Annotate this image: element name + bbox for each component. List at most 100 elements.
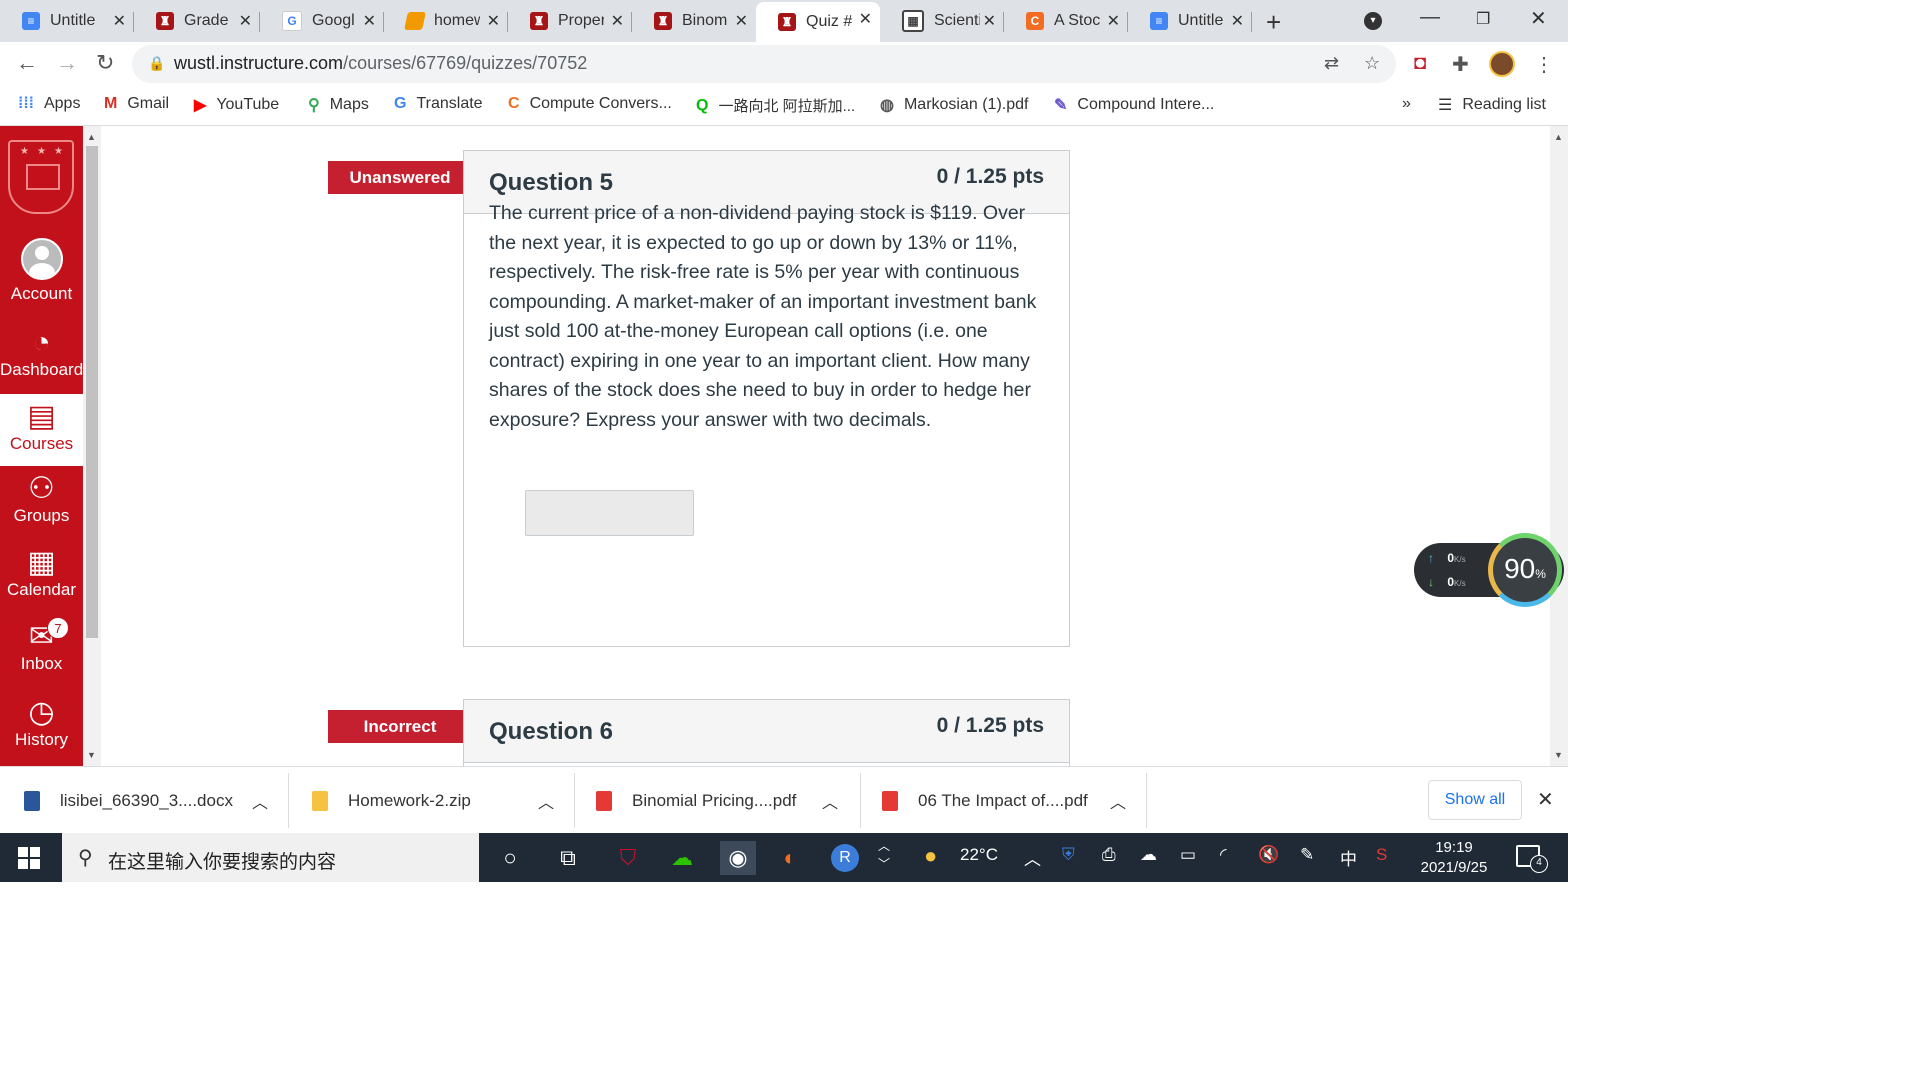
tab-scientific-calculator[interactable]: ▦ Scienti ✕ [880, 4, 1004, 38]
taskbar-search-box[interactable]: ⚲ 在这里输入你要搜索的内容 [62, 833, 479, 882]
sidebar-scrollbar[interactable]: ▲ ▼ [83, 126, 101, 766]
menu-kebab-icon[interactable]: ⋮ [1534, 52, 1554, 77]
tab-search-icon[interactable]: ▾ [1364, 12, 1382, 30]
device-icon[interactable]: ⎙ [1102, 845, 1116, 865]
window-close-icon[interactable]: ✕ [1530, 6, 1547, 31]
tab-grades[interactable]: ♜ Grade ✕ [134, 4, 260, 38]
chevron-up-icon[interactable]: ︿ [538, 789, 554, 813]
close-icon[interactable]: ✕ [1231, 11, 1244, 31]
input-method-indicator[interactable]: 中 [1340, 845, 1357, 870]
answer-input[interactable] [525, 490, 694, 536]
close-icon[interactable]: ✕ [487, 11, 500, 31]
download-item[interactable]: Homework-2.zip ︿ [312, 767, 576, 834]
pocket-extension-icon[interactable]: ◘ [1414, 52, 1426, 75]
new-tab-plus-icon[interactable]: + [1266, 7, 1281, 38]
tab-properties[interactable]: ♜ Proper ✕ [508, 4, 632, 38]
bookmark-gmail[interactable]: M Gmail [104, 95, 169, 113]
download-item[interactable]: Binomial Pricing....pdf ︿ [596, 767, 862, 834]
bookmark-iqiyi[interactable]: Q 一路向北 阿拉斯加... [696, 95, 855, 116]
taskbar-scroll-icon[interactable]: ︿ ﹀ [878, 837, 890, 873]
reload-icon[interactable]: ↻ [96, 50, 114, 76]
profile-avatar[interactable] [1489, 51, 1515, 77]
show-all-downloads-button[interactable]: Show all [1428, 780, 1522, 820]
tray-overflow-chevron-icon[interactable]: ︿ [1024, 845, 1041, 870]
chevron-up-icon[interactable]: ︿ [1110, 789, 1126, 813]
onedrive-cloud-icon[interactable]: ☁ [1140, 845, 1157, 865]
word-doc-icon [24, 790, 40, 811]
translate-page-icon[interactable]: ⇄ [1324, 53, 1339, 74]
nav-dashboard[interactable]: ◔ Dashboard [0, 326, 83, 380]
restore-icon[interactable]: ❐ [1476, 9, 1490, 29]
bookmark-markosian-pdf[interactable]: ◍ Markosian (1).pdf [880, 95, 1028, 115]
page-scrollbar[interactable]: ▲ ▼ [1550, 126, 1568, 766]
bookmarks-overflow-button[interactable]: » [1402, 95, 1411, 113]
chevron-up-icon[interactable]: ︿ [822, 789, 838, 813]
tab-a-stock[interactable]: C A Stoc ✕ [1004, 4, 1128, 38]
scroll-down-arrow-icon[interactable]: ▼ [87, 750, 96, 760]
url-text[interactable]: wustl.instructure.com/courses/67769/quiz… [174, 53, 587, 74]
nav-calendar[interactable]: ▦ Calendar [0, 546, 83, 600]
bookmark-compute-conversion[interactable]: C Compute Convers... [508, 95, 672, 113]
scroll-up-arrow-icon[interactable]: ▲ [1554, 132, 1563, 142]
eclipse-icon[interactable]: ◐ [772, 841, 808, 875]
tab-untitled-doc[interactable]: ≡ Untitle ✕ [0, 4, 134, 38]
extensions-puzzle-icon[interactable]: ✚ [1452, 52, 1469, 77]
bookmark-star-icon[interactable]: ☆ [1364, 53, 1380, 74]
scroll-down-arrow-icon[interactable]: ▼ [1554, 750, 1563, 760]
nav-courses[interactable]: ▤ Courses [0, 394, 83, 466]
back-arrow-icon[interactable]: ← [16, 50, 38, 76]
wustl-logo[interactable]: ★ ★ ★ [8, 140, 74, 214]
chevron-up-icon[interactable]: ︿ [252, 789, 268, 813]
cortana-icon[interactable]: ○ [492, 841, 528, 875]
scrollbar-thumb[interactable] [86, 146, 98, 638]
wechat-icon[interactable]: ☁ [664, 841, 700, 875]
mcafee-icon[interactable]: ⛉ [610, 841, 646, 875]
reading-list-button[interactable]: ☰ Reading list [1438, 95, 1546, 115]
tab-homework[interactable]: homew ✕ [384, 4, 508, 38]
bookmark-maps[interactable]: ⚲ Maps [308, 95, 369, 115]
tab-binomial[interactable]: ♜ Binom ✕ [632, 4, 756, 38]
action-center-icon[interactable]: 4 [1516, 845, 1548, 873]
bookmark-compound-interest[interactable]: ✎ Compound Intere... [1054, 95, 1214, 115]
forward-arrow-icon[interactable]: → [56, 50, 78, 76]
close-icon[interactable]: ✕ [363, 11, 376, 31]
download-item[interactable]: lisibei_66390_3....docx ︿ [24, 767, 290, 834]
sogou-ime-icon[interactable]: S [1376, 845, 1387, 865]
minimize-icon[interactable]: — [1420, 6, 1440, 29]
nav-groups[interactable]: ⚇ Groups [0, 472, 83, 526]
close-icon[interactable]: ✕ [239, 11, 252, 31]
close-icon[interactable]: ✕ [859, 9, 872, 29]
download-item[interactable]: 06 The Impact of....pdf ︿ [882, 767, 1148, 834]
volume-muted-icon[interactable]: 🔇 [1258, 845, 1279, 865]
nav-history[interactable]: ◷ History [0, 696, 83, 750]
memory-usage-gauge[interactable]: 90% [1488, 533, 1562, 607]
close-icon[interactable]: ✕ [983, 11, 996, 31]
scroll-up-arrow-icon[interactable]: ▲ [87, 132, 96, 142]
close-downloads-icon[interactable]: ✕ [1537, 787, 1554, 812]
wifi-icon[interactable]: ◜ [1220, 845, 1227, 865]
close-icon[interactable]: ✕ [611, 11, 624, 31]
close-icon[interactable]: ✕ [735, 11, 748, 31]
task-view-icon[interactable]: ⧉ [550, 841, 586, 875]
chrome-icon[interactable]: ◉ [720, 841, 756, 875]
r-language-icon[interactable]: R [827, 841, 863, 875]
tab-google[interactable]: G Googl ✕ [260, 4, 384, 38]
security-shield-icon[interactable]: ⛨ [1062, 845, 1075, 865]
weather-temperature[interactable]: 22°C [960, 845, 998, 865]
system-clock[interactable]: 19:19 2021/9/25 [1404, 838, 1504, 878]
tab-title: A Stoc [1054, 12, 1100, 29]
pen-icon[interactable]: ✎ [1300, 845, 1314, 865]
tab-untitled-doc-2[interactable]: ≡ Untitle ✕ [1128, 4, 1252, 38]
nav-account[interactable]: Account [0, 238, 83, 304]
battery-icon[interactable]: ▭ [1180, 845, 1196, 865]
tab-quiz-active[interactable]: ♜ Quiz # ✕ [756, 2, 880, 42]
bookmark-apps[interactable]: ⁞⁞⁞ Apps [18, 95, 80, 113]
address-bar[interactable]: 🔒 wustl.instructure.com/courses/67769/qu… [132, 45, 1396, 83]
windows-start-icon[interactable] [18, 847, 40, 869]
bookmark-youtube[interactable]: ▶ YouTube [194, 95, 279, 115]
close-icon[interactable]: ✕ [113, 11, 126, 31]
nav-inbox[interactable]: ✉ 7 Inbox [0, 617, 83, 674]
close-icon[interactable]: ✕ [1107, 11, 1120, 31]
google-docs-icon: ≡ [22, 12, 40, 30]
bookmark-translate[interactable]: G Translate [394, 95, 483, 113]
